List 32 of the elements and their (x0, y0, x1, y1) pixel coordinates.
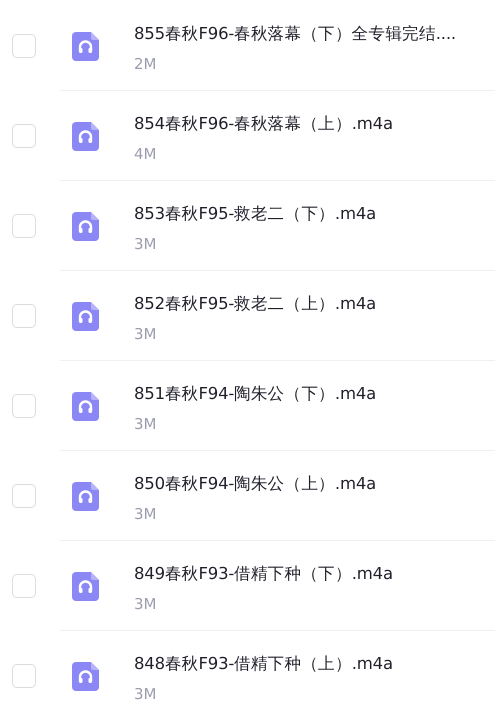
audio-file-icon (72, 572, 99, 600)
checkbox[interactable] (12, 484, 36, 508)
file-size: 3M (134, 325, 158, 343)
file-size: 2M (134, 55, 158, 73)
audio-file-icon (72, 32, 99, 60)
file-name: 852春秋F95-救老二（上）.m4a (134, 293, 376, 315)
audio-file-icon (72, 122, 99, 150)
file-size: 3M (134, 235, 158, 253)
file-name: 851春秋F94-陶朱公（下）.m4a (134, 383, 376, 405)
checkbox[interactable] (12, 574, 36, 598)
file-size: 3M (134, 595, 158, 613)
audio-file-icon (72, 212, 99, 240)
file-name: 855春秋F96-春秋落幕（下）全专辑完结.... (134, 23, 456, 45)
file-name: 848春秋F93-借精下种（上）.m4a (134, 653, 393, 675)
audio-file-icon (72, 392, 99, 420)
file-size: 3M (134, 685, 158, 703)
audio-file-icon (72, 302, 99, 330)
checkbox[interactable] (12, 124, 36, 148)
checkbox[interactable] (12, 664, 36, 688)
audio-file-icon (72, 662, 99, 690)
file-name: 850春秋F94-陶朱公（上）.m4a (134, 473, 376, 495)
checkbox[interactable] (12, 304, 36, 328)
checkbox[interactable] (12, 214, 36, 238)
file-name: 849春秋F93-借精下种（下）.m4a (134, 563, 393, 585)
checkbox[interactable] (12, 394, 36, 418)
file-name: 854春秋F96-春秋落幕（上）.m4a (134, 113, 393, 135)
checkbox[interactable] (12, 34, 36, 58)
audio-file-icon (72, 482, 99, 510)
file-size: 3M (134, 415, 158, 433)
file-name: 853春秋F95-救老二（下）.m4a (134, 203, 376, 225)
file-size: 3M (134, 505, 158, 523)
file-size: 4M (134, 145, 158, 163)
